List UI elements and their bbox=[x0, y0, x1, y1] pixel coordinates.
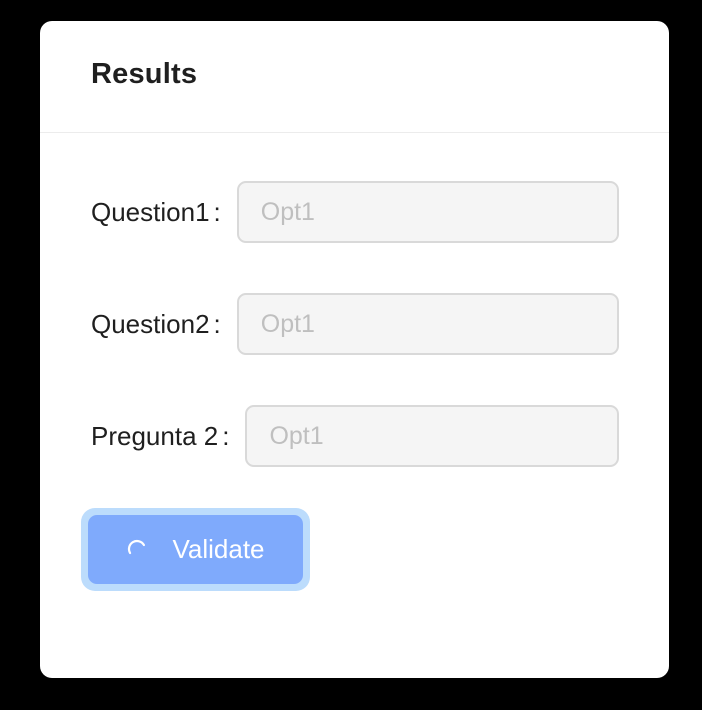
field-label: Pregunta 2: bbox=[91, 421, 245, 452]
field-label-colon: : bbox=[213, 196, 221, 227]
form-row-question2: Question2: bbox=[91, 293, 619, 355]
form-row-pregunta2: Pregunta 2: bbox=[91, 405, 619, 467]
field-label: Question1: bbox=[91, 197, 237, 228]
loading-spinner-icon bbox=[126, 536, 148, 558]
field-label-colon: : bbox=[213, 308, 221, 339]
pregunta2-input[interactable] bbox=[245, 405, 619, 467]
validate-button-focus-ring: Validate bbox=[81, 508, 310, 591]
question1-input[interactable] bbox=[236, 181, 619, 243]
field-label-colon: : bbox=[222, 420, 230, 451]
results-card: Results Question1: Question2: Pregunta 2… bbox=[40, 21, 669, 678]
field-label: Question2: bbox=[91, 309, 237, 340]
field-label-text: Pregunta 2 bbox=[91, 420, 219, 451]
field-label-text: Question1 bbox=[91, 196, 210, 227]
field-label-text: Question2 bbox=[91, 308, 210, 339]
card-header: Results bbox=[40, 21, 669, 133]
validate-button[interactable]: Validate bbox=[88, 515, 303, 584]
validate-button-label: Validate bbox=[172, 534, 265, 564]
form-row-question1: Question1: bbox=[91, 181, 619, 243]
card-title: Results bbox=[91, 58, 198, 90]
question2-input[interactable] bbox=[236, 293, 619, 355]
